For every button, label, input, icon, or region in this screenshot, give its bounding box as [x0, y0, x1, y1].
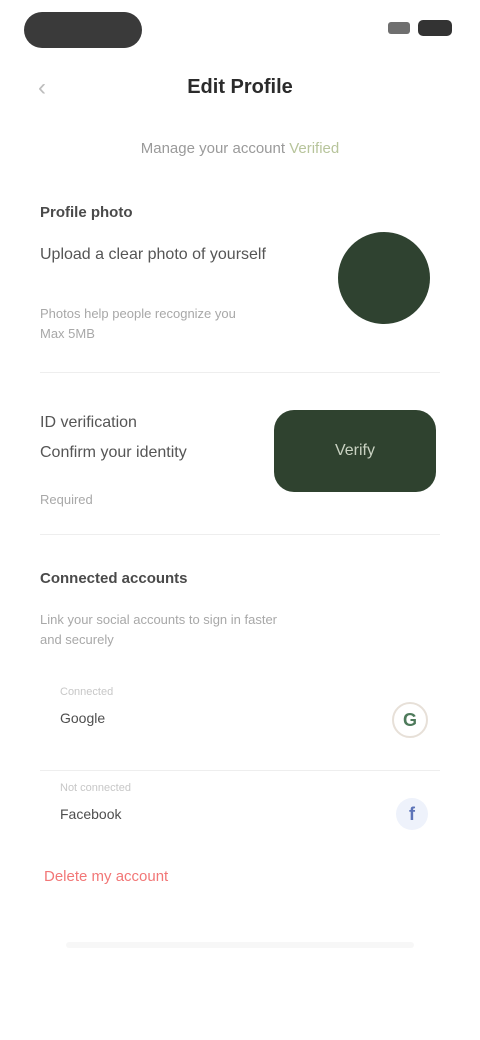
connected-desc-line2: and securely	[40, 632, 114, 647]
status-icons	[388, 20, 452, 36]
status-bar	[0, 0, 480, 60]
social-label: Google	[60, 710, 106, 726]
google-icon: G	[392, 702, 428, 738]
profile-line2: Photos help people recognize you	[40, 306, 236, 321]
verification-line3: Required	[40, 492, 93, 507]
verification-line2: Confirm your identity	[40, 444, 187, 461]
header: ‹ Edit Profile	[0, 62, 480, 112]
delete-account-link[interactable]: Delete my account	[44, 868, 168, 885]
camera-pill	[24, 12, 142, 48]
divider	[40, 372, 440, 373]
connected-section-title: Connected accounts	[40, 570, 188, 587]
divider	[40, 770, 440, 771]
connected-desc-line1: Link your social accounts to sign in fas…	[40, 612, 278, 627]
divider	[40, 534, 440, 535]
page-title: Edit Profile	[187, 76, 293, 98]
signal-icon	[388, 22, 410, 34]
home-indicator	[66, 942, 414, 948]
social-status: Connected	[60, 686, 114, 698]
subtitle: Manage your account Verified	[0, 140, 480, 157]
social-status: Not connected	[60, 782, 131, 794]
subtitle-accent: Verified	[289, 140, 340, 157]
avatar[interactable]	[338, 232, 430, 324]
profile-line3: Max 5MB	[40, 326, 95, 341]
social-label: Facebook	[60, 806, 122, 822]
battery-icon	[418, 20, 452, 36]
verification-line1: ID verification	[40, 414, 137, 431]
profile-line1: Upload a clear photo of yourself	[40, 246, 266, 263]
profile-section-title: Profile photo	[40, 204, 133, 221]
social-row-google[interactable]: Connected Google G	[40, 680, 440, 760]
subtitle-text: Manage your account	[140, 140, 286, 157]
social-row-facebook[interactable]: Not connected Facebook f	[40, 776, 440, 856]
facebook-icon: f	[396, 798, 428, 830]
verify-button[interactable]: Verify	[274, 410, 436, 492]
